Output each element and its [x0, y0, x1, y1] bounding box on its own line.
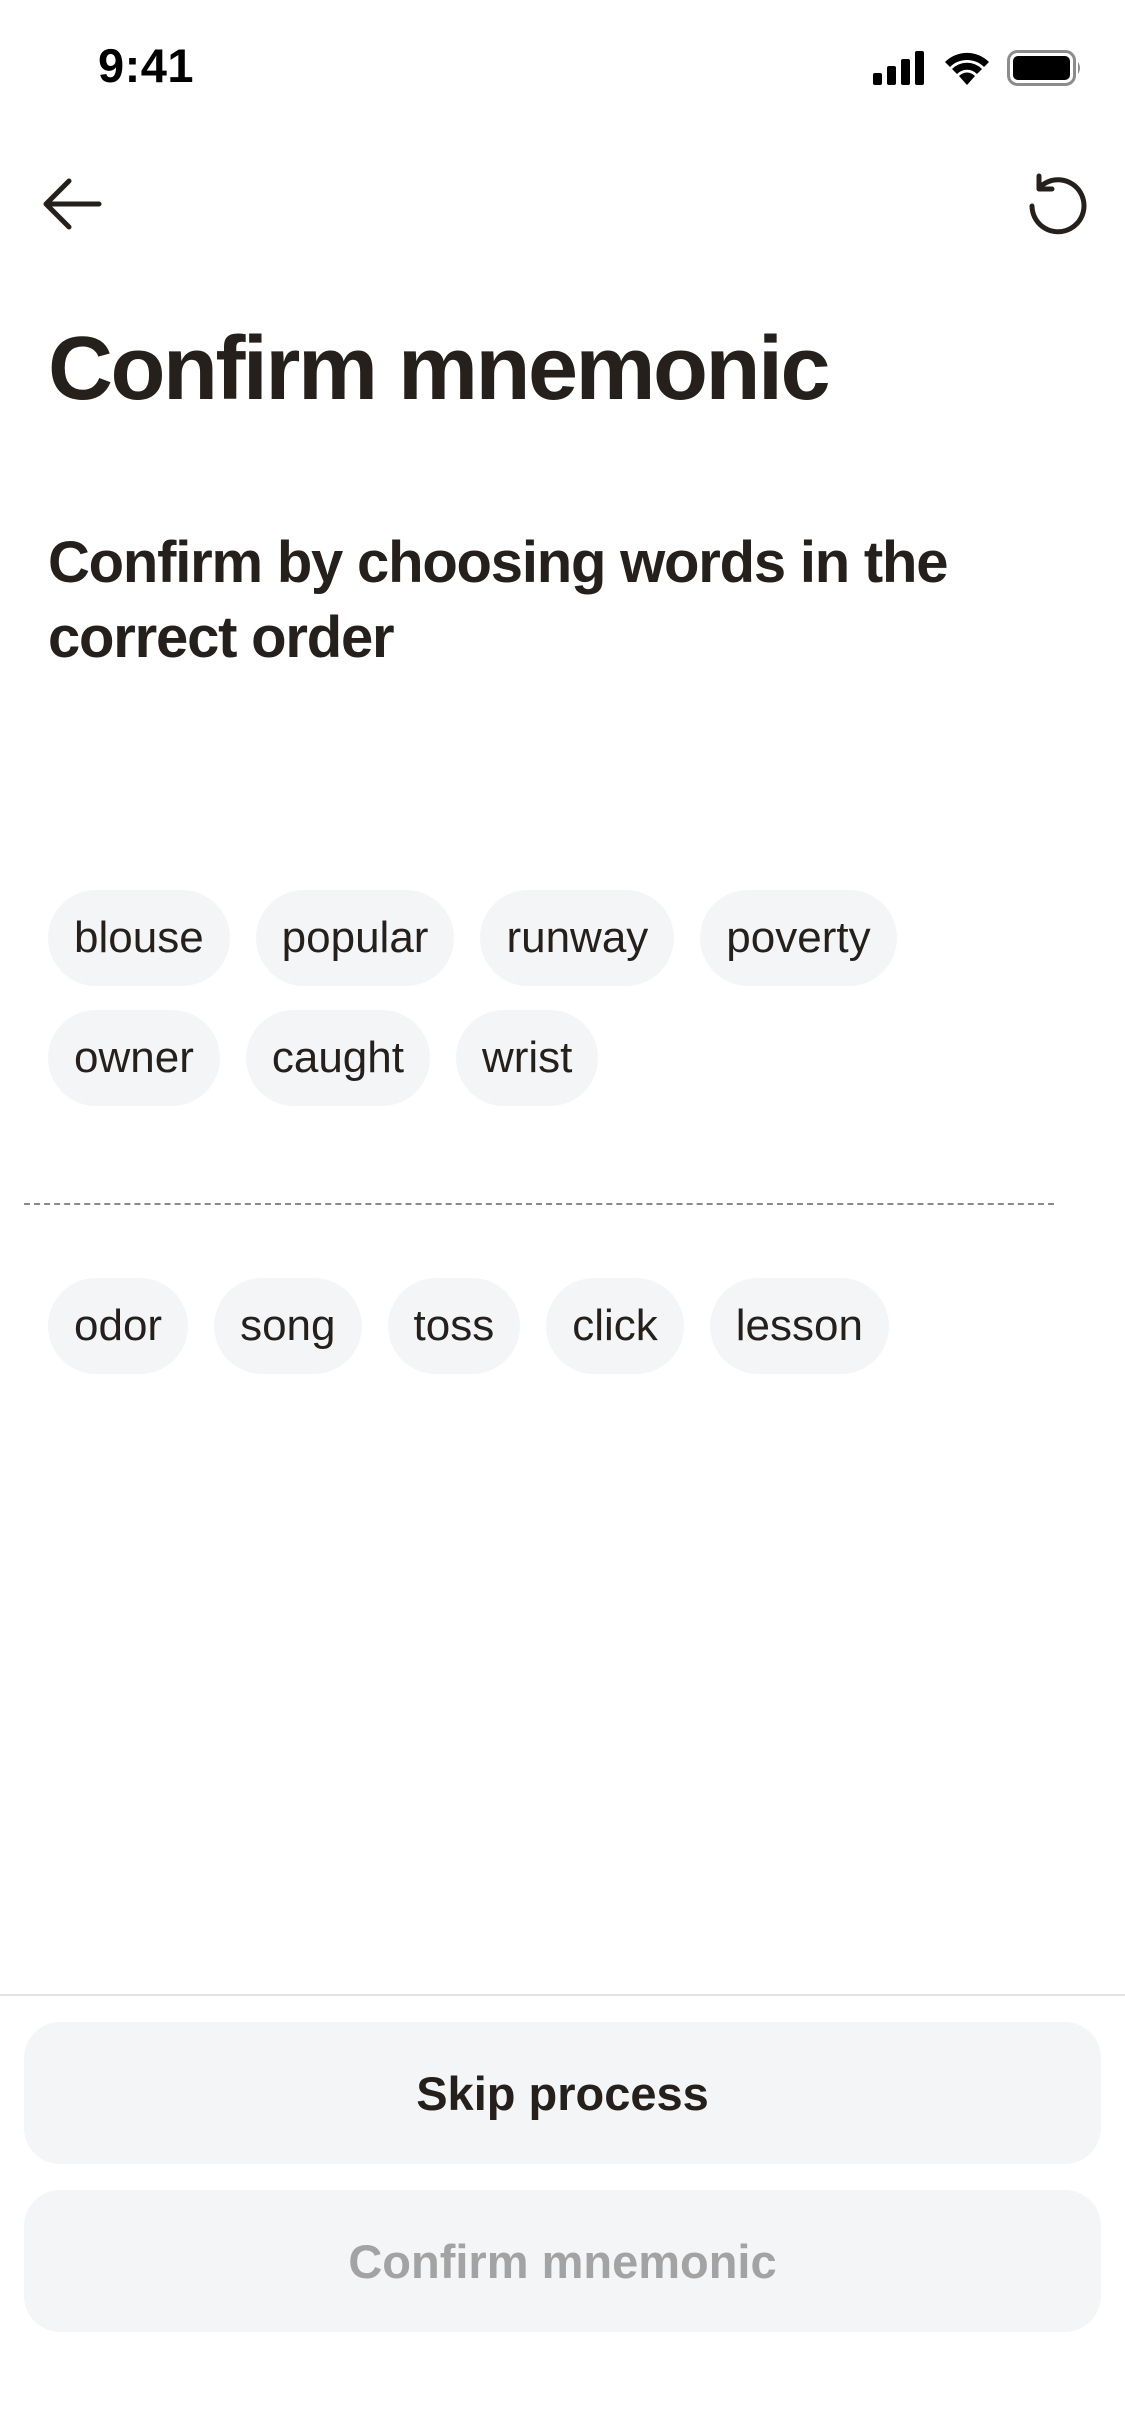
selected-word-chip[interactable]: runway — [480, 890, 675, 986]
refresh-icon — [1029, 173, 1087, 235]
available-word-chip[interactable]: odor — [48, 1278, 189, 1374]
available-words-area: odor song toss click lesson — [48, 1278, 1088, 1374]
cellular-signal-icon — [873, 51, 927, 90]
status-time: 9:41 — [98, 39, 195, 92]
bottom-separator — [0, 1994, 1125, 1996]
back-button[interactable] — [36, 168, 108, 240]
selected-word-chip[interactable]: popular — [255, 890, 455, 986]
arrow-left-icon — [43, 178, 102, 230]
selected-word-chip[interactable]: wrist — [455, 1010, 599, 1106]
selected-word-chip[interactable]: poverty — [700, 890, 897, 986]
selected-word-chip[interactable]: owner — [48, 1010, 220, 1106]
page-subtitle: Confirm by choosing words in the correct… — [48, 530, 948, 671]
available-word-chip[interactable]: toss — [387, 1278, 521, 1374]
available-word-chip[interactable]: song — [214, 1278, 362, 1374]
skip-process-button[interactable]: Skip process — [24, 2022, 1101, 2164]
selected-word-chip[interactable]: caught — [245, 1010, 430, 1106]
confirm-mnemonic-screen: 9:41 Confirm mnemonic Confirm by choosin… — [0, 0, 1125, 2436]
wifi-icon — [943, 51, 991, 90]
dashed-divider — [24, 1203, 1054, 1205]
confirm-mnemonic-button[interactable]: Confirm mnemonic — [24, 2190, 1101, 2332]
selected-word-chip[interactable]: blouse — [48, 890, 230, 986]
available-word-chip[interactable]: lesson — [709, 1278, 889, 1374]
status-icons — [873, 50, 1083, 91]
available-word-chip[interactable]: click — [546, 1278, 684, 1374]
status-bar: 9:41 — [0, 0, 1125, 140]
battery-icon — [1007, 50, 1083, 91]
reset-button[interactable] — [1021, 168, 1093, 240]
page-title: Confirm mnemonic — [48, 319, 831, 419]
selected-words-area: blouse popular runway poverty owner caug… — [48, 890, 1088, 1106]
